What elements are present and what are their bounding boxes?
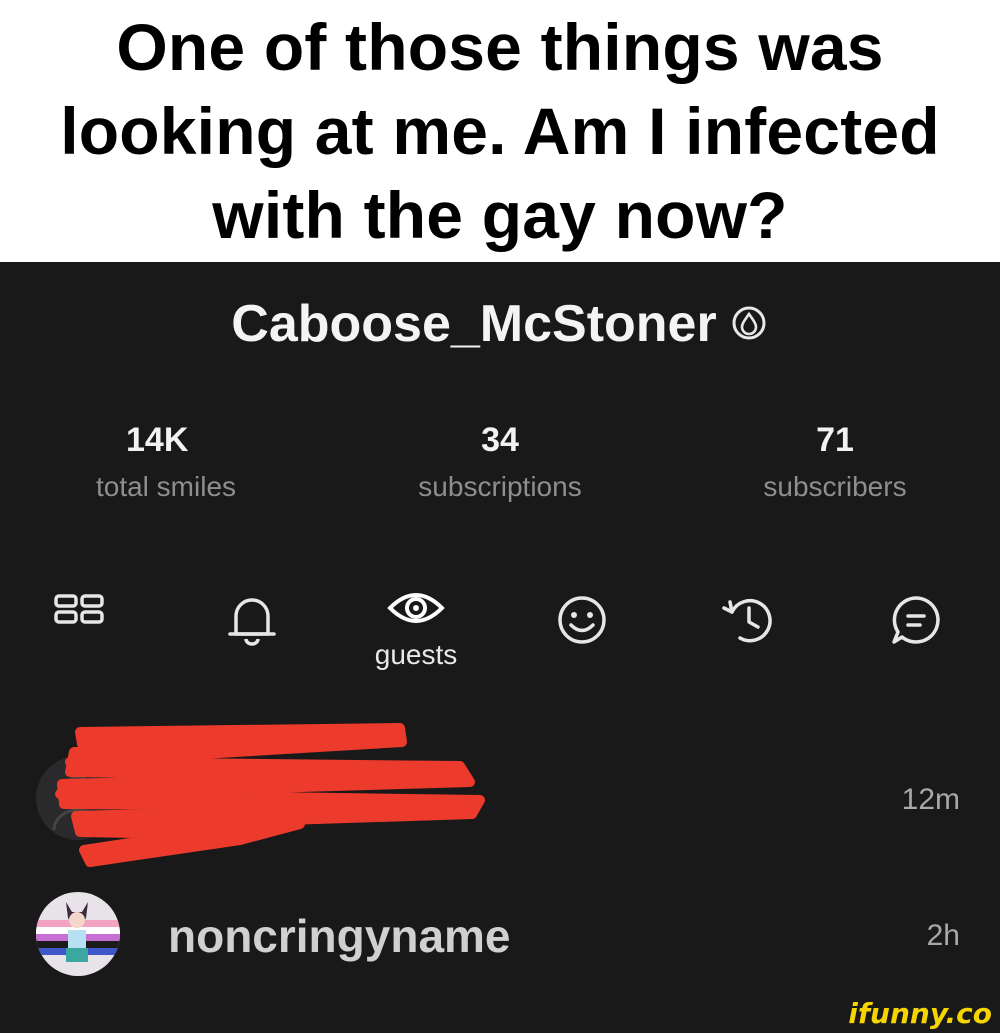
smile-icon[interactable] [552, 590, 612, 650]
ifunny-watermark: ifunny.co [848, 997, 992, 1030]
chat-icon[interactable] [886, 590, 946, 650]
stat-subscriptions[interactable]: 34 subscriptions [370, 420, 630, 504]
stat-subscribers[interactable]: 71 subscribers [705, 420, 965, 504]
profile-header: Caboose_McStoner [0, 290, 1000, 357]
profile-username: Caboose_McStoner [231, 295, 717, 354]
guest-time: 12m [901, 783, 960, 816]
grid-icon[interactable] [50, 590, 110, 650]
stat-label: total smiles [95, 471, 237, 502]
history-icon[interactable] [716, 590, 776, 650]
bell-icon[interactable] [222, 590, 282, 650]
stat-value: 14K [126, 421, 189, 459]
eye-icon[interactable] [386, 578, 446, 638]
stat-label: subscriptions [418, 471, 582, 502]
guest-name[interactable]: noncringyname [168, 910, 511, 962]
stat-label: subscribers [763, 471, 907, 502]
app-screen: Caboose_McStoner 14K total smiles 34 sub… [0, 262, 1000, 1033]
caption-text: One of those things was looking at me. A… [60, 10, 940, 252]
guest-time: 2h [926, 919, 960, 952]
stat-value: 71 [816, 421, 854, 459]
tab-guests-label[interactable]: guests [336, 638, 496, 672]
red-scribble-redaction [55, 723, 485, 867]
meme-caption: One of those things was looking at me. A… [0, 0, 1000, 262]
avatar [36, 892, 120, 976]
stat-total-smiles[interactable]: 14K total smiles [36, 420, 296, 504]
guest-row[interactable]: noncringyname 2h [0, 884, 1000, 984]
drop-icon[interactable] [729, 295, 769, 357]
stat-value: 34 [481, 421, 519, 459]
